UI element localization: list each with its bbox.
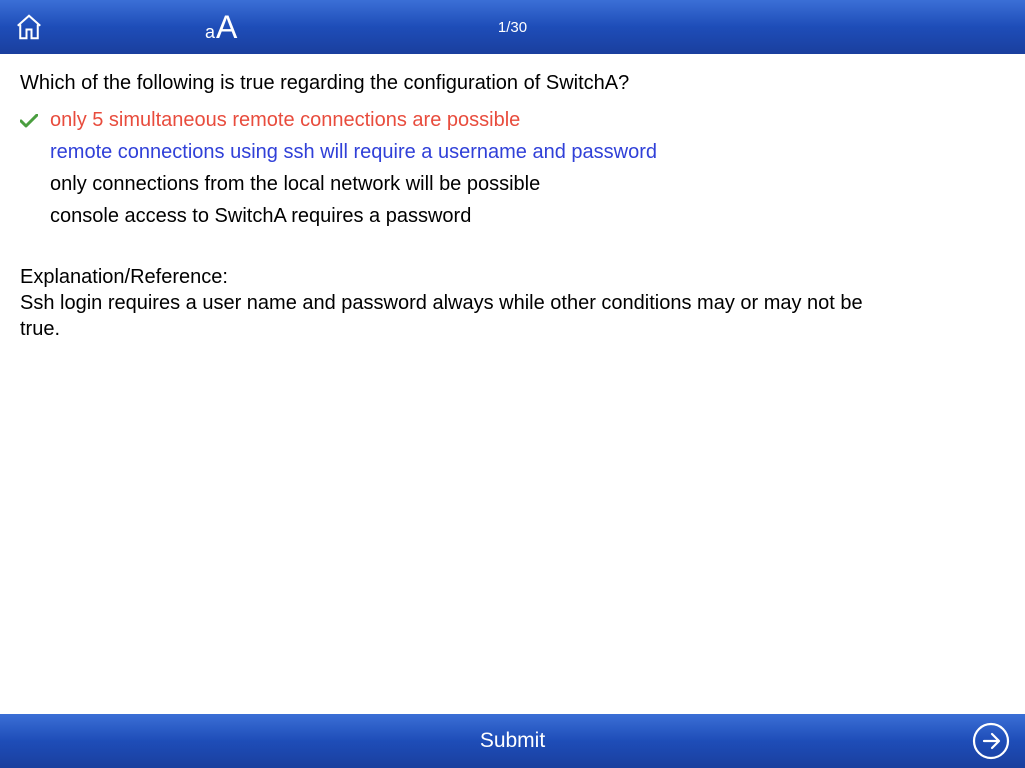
answer-option[interactable]: only connections from the local network … <box>20 173 1005 196</box>
answer-list: only 5 simultaneous remote connections a… <box>20 109 1005 228</box>
check-icon <box>20 114 38 128</box>
answer-text: only connections from the local network … <box>50 173 540 196</box>
explanation-text: Ssh login requires a user name and passw… <box>20 292 863 340</box>
submit-button[interactable]: Submit <box>480 729 545 753</box>
explanation-label: Explanation/Reference: <box>20 264 870 290</box>
answer-option[interactable]: console access to SwitchA requires a pas… <box>20 205 1005 228</box>
answer-mark <box>20 114 50 128</box>
answer-text: only 5 simultaneous remote connections a… <box>50 109 520 132</box>
answer-option[interactable]: only 5 simultaneous remote connections a… <box>20 109 1005 132</box>
font-size-button[interactable]: a A <box>205 9 237 46</box>
explanation-block: Explanation/Reference: Ssh login require… <box>20 264 870 342</box>
footer-bar: Submit <box>0 714 1025 768</box>
header-bar: a A 1/30 <box>0 0 1025 54</box>
answer-option[interactable]: remote connections using ssh will requir… <box>20 141 1005 164</box>
font-big-label: A <box>216 9 237 46</box>
question-text: Which of the following is true regarding… <box>20 72 1005 95</box>
font-small-label: a <box>205 22 215 43</box>
next-arrow-icon[interactable] <box>971 721 1011 761</box>
page-counter: 1/30 <box>498 19 527 36</box>
content-area: Which of the following is true regarding… <box>0 54 1025 714</box>
home-icon[interactable] <box>14 12 44 42</box>
answer-text: remote connections using ssh will requir… <box>50 141 657 164</box>
answer-text: console access to SwitchA requires a pas… <box>50 205 471 228</box>
